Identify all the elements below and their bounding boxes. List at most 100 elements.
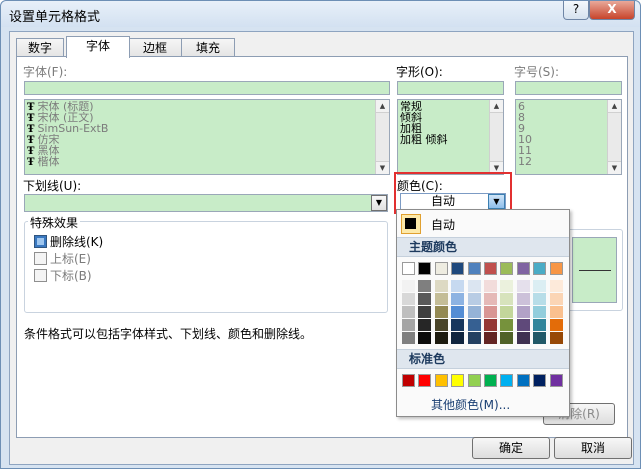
theme-shade-swatch[interactable] [549,280,563,292]
standard-color-swatch[interactable] [434,374,448,387]
theme-shade-swatch[interactable] [484,293,497,305]
theme-shade-swatch[interactable] [418,280,432,292]
size-list[interactable]: 6 8 9 10 11 12 ▲ ▼ [515,99,622,175]
theme-shade-swatch[interactable] [533,280,547,292]
theme-color-swatch[interactable] [500,262,514,275]
subscript-checkbox[interactable] [34,269,47,282]
theme-shade-swatch[interactable] [467,293,481,305]
size-list-item[interactable]: 11 [518,145,532,156]
theme-shade-swatch[interactable] [500,319,514,331]
chevron-down-icon[interactable]: ▼ [371,195,387,211]
theme-shade-swatch[interactable] [533,293,547,305]
theme-shade-swatch[interactable] [549,293,563,305]
size-input[interactable] [515,81,622,95]
font-name-input[interactable] [24,81,390,95]
theme-shade-swatch[interactable] [434,306,448,318]
theme-shade-swatch[interactable] [549,319,563,331]
theme-shade-swatch[interactable] [484,319,497,331]
font-list-item[interactable]: Ŧ 黑体 [27,145,108,156]
theme-shade-swatch[interactable] [451,332,465,344]
theme-shade-swatch[interactable] [533,306,547,318]
standard-color-swatch[interactable] [451,374,465,387]
theme-shade-swatch[interactable] [484,306,497,318]
underline-select[interactable]: ▼ [24,194,388,212]
size-list-item[interactable]: 6 [518,101,532,112]
standard-color-swatch[interactable] [533,374,547,387]
theme-shade-swatch[interactable] [434,319,448,331]
theme-shade-swatch[interactable] [418,293,432,305]
theme-shade-swatch[interactable] [402,280,415,292]
theme-shade-swatch[interactable] [402,306,415,318]
theme-color-swatch[interactable] [467,262,481,275]
theme-shade-swatch[interactable] [533,319,547,331]
theme-color-swatch[interactable] [484,262,497,275]
theme-shade-swatch[interactable] [484,280,497,292]
automatic-color-selected[interactable] [401,214,421,234]
theme-shade-swatch[interactable] [533,332,547,344]
theme-shade-swatch[interactable] [516,332,530,344]
style-list-item[interactable]: 倾斜 [400,112,448,123]
font-list-scrollbar[interactable]: ▲ ▼ [375,100,389,174]
size-list-item[interactable]: 9 [518,123,532,134]
scroll-up-icon[interactable]: ▲ [490,100,503,113]
chevron-down-icon[interactable]: ▼ [488,194,505,209]
theme-shade-swatch[interactable] [484,332,497,344]
theme-shade-swatch[interactable] [451,306,465,318]
font-list-item[interactable]: Ŧ 宋体 (标题) [27,101,108,112]
font-list[interactable]: Ŧ 宋体 (标题) Ŧ 宋体 (正文) Ŧ SimSun-ExtB Ŧ 仿宋 Ŧ 黑体 Ŧ 楷体 ▲ … [24,99,390,175]
theme-shade-swatch[interactable] [451,280,465,292]
tab-font[interactable]: 字体 [66,36,130,58]
color-select[interactable]: 自动 ▼ [400,193,506,210]
theme-shade-swatch[interactable] [418,306,432,318]
scroll-down-icon[interactable]: ▼ [608,161,621,174]
size-list-scrollbar[interactable]: ▲ ▼ [607,100,621,174]
theme-shade-swatch[interactable] [467,306,481,318]
tab-fill[interactable]: 填充 [181,38,235,57]
tab-border[interactable]: 边框 [128,38,182,57]
close-button[interactable]: X [589,1,635,20]
theme-shade-swatch[interactable] [500,332,514,344]
standard-color-swatch[interactable] [500,374,514,387]
ok-button[interactable]: 确定 [472,437,550,459]
theme-shade-swatch[interactable] [516,293,530,305]
font-list-item[interactable]: Ŧ 楷体 [27,156,108,167]
cancel-button[interactable]: 取消 [554,437,632,459]
theme-shade-swatch[interactable] [451,293,465,305]
theme-shade-swatch[interactable] [418,319,432,331]
tab-number[interactable]: 数字 [16,38,64,57]
size-list-item[interactable]: 12 [518,156,532,167]
theme-shade-swatch[interactable] [516,280,530,292]
theme-shade-swatch[interactable] [434,293,448,305]
automatic-color-option[interactable]: 自动 [431,216,455,233]
font-list-item[interactable]: Ŧ SimSun-ExtB [27,123,108,134]
superscript-checkbox[interactable] [34,252,47,265]
standard-color-swatch[interactable] [484,374,497,387]
theme-shade-swatch[interactable] [549,306,563,318]
scroll-down-icon[interactable]: ▼ [376,161,389,174]
standard-color-swatch[interactable] [549,374,563,387]
strikethrough-checkbox[interactable] [34,235,47,248]
size-list-item[interactable]: 10 [518,134,532,145]
theme-shade-swatch[interactable] [451,319,465,331]
font-list-item[interactable]: Ŧ 仿宋 [27,134,108,145]
scroll-up-icon[interactable]: ▲ [376,100,389,113]
theme-shade-swatch[interactable] [418,332,432,344]
theme-color-swatch[interactable] [533,262,547,275]
theme-color-swatch[interactable] [451,262,465,275]
theme-shade-swatch[interactable] [516,306,530,318]
font-list-item[interactable]: Ŧ 宋体 (正文) [27,112,108,123]
style-input[interactable] [397,81,504,95]
standard-color-swatch[interactable] [516,374,530,387]
style-list-scrollbar[interactable]: ▲ ▼ [489,100,503,174]
standard-color-swatch[interactable] [402,374,415,387]
theme-color-swatch[interactable] [549,262,563,275]
theme-shade-swatch[interactable] [434,280,448,292]
theme-color-swatch[interactable] [434,262,448,275]
theme-shade-swatch[interactable] [500,293,514,305]
style-list-item[interactable]: 常规 [400,101,448,112]
theme-shade-swatch[interactable] [500,280,514,292]
standard-color-swatch[interactable] [418,374,432,387]
more-colors-option[interactable]: 其他颜色(M)... [431,396,510,413]
help-button[interactable]: ? [563,1,589,20]
theme-color-swatch[interactable] [418,262,432,275]
